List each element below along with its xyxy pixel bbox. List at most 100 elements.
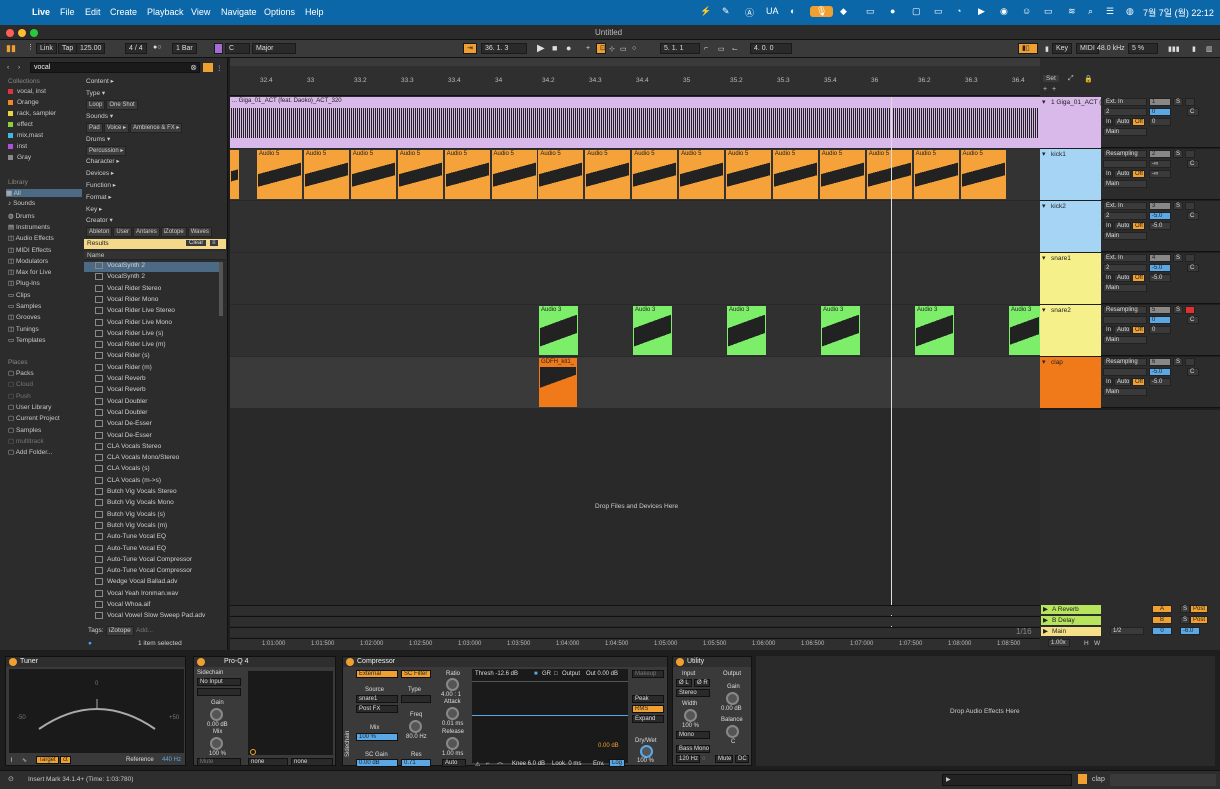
key-map-icon[interactable]: ▮ <box>1045 45 1049 53</box>
send-a[interactable]: 0 <box>1149 326 1171 334</box>
filter-toggle-icon[interactable] <box>203 63 213 72</box>
track-fold-icon[interactable]: ▾ <box>1042 150 1046 158</box>
bass-mono-freq[interactable]: 120 Hz <box>676 755 700 763</box>
tag-izotope[interactable]: iZotope <box>160 227 187 237</box>
return-b-solo[interactable]: S <box>1180 616 1191 624</box>
track-name[interactable]: snare1 <box>1051 255 1101 262</box>
tag-percussion[interactable]: Percussion ▸ <box>86 146 127 156</box>
return-b-letter[interactable]: B <box>1152 616 1172 624</box>
result-item[interactable]: Vocal Yeah Ironman.wav <box>95 589 178 597</box>
return-a-letter[interactable]: A <box>1152 605 1172 613</box>
main-volume[interactable]: 0 <box>1152 627 1172 635</box>
stereo-select[interactable]: Stereo <box>676 689 710 697</box>
main-volume-2[interactable]: -6.0 <box>1180 627 1200 635</box>
punch-out-icon[interactable]: ⌙ <box>732 45 738 53</box>
result-item[interactable]: Wedge Vocal Ballad.adv <box>95 578 177 586</box>
result-item[interactable]: Vocal Rider Live (s) <box>95 329 163 337</box>
output-select[interactable]: Main <box>1103 180 1147 188</box>
monitor-in[interactable]: In <box>1103 274 1113 282</box>
clip-audio3[interactable]: Audio 3 <box>727 306 766 355</box>
device-drop-zone[interactable]: Drop Audio Effects Here <box>756 656 1215 766</box>
track-lane-1[interactable]: ... Giga_01_ACT (feat. Daoko)_ACT_320 <box>230 97 1040 148</box>
result-item[interactable]: Vocal Rider (m) <box>95 363 152 371</box>
output-select[interactable]: Main <box>1103 284 1147 292</box>
clip-audio3[interactable]: Audio 3 <box>539 306 578 355</box>
monitor-auto[interactable]: Auto <box>1114 222 1131 230</box>
ratio-knob[interactable] <box>446 678 459 691</box>
tuner-wave-icon[interactable]: ∿ <box>22 757 27 764</box>
pan-field[interactable]: C <box>1187 316 1199 324</box>
threshold-line[interactable] <box>472 715 628 716</box>
track-lane-5[interactable]: Audio 3 Audio 3 Audio 3 Audio 3 Audio 3 Audio… <box>230 305 1040 356</box>
track-header[interactable]: ▾ kick1 <box>1040 149 1101 200</box>
tag-value[interactable]: iZotope <box>106 626 134 636</box>
comp-power-icon[interactable] <box>346 658 354 666</box>
solo-button[interactable]: S <box>1173 254 1183 262</box>
chat-icon[interactable]: ● <box>890 6 895 16</box>
punch-in-icon[interactable]: ⌐ <box>704 45 708 52</box>
pan-field[interactable]: C <box>1187 212 1199 220</box>
clip-audio3[interactable]: Audio 3 <box>915 306 954 355</box>
proq-none-1[interactable]: none <box>248 758 288 766</box>
filter-drums[interactable]: Drums ▾ <box>86 135 224 143</box>
utility-mute-button[interactable]: Mute <box>715 755 733 763</box>
monitor-auto[interactable]: Auto <box>1114 170 1131 178</box>
send-a[interactable]: 0 <box>1149 118 1171 126</box>
result-item[interactable]: Vocal Rider Live Mono <box>95 318 172 326</box>
loop-start[interactable]: 5. 1. 1 <box>660 43 700 54</box>
out-readout[interactable]: Out 0.00 dB <box>586 671 618 677</box>
menu-help[interactable]: Help <box>305 7 324 17</box>
library-item[interactable]: ◫ Modulators <box>8 257 48 265</box>
input-channel-select[interactable] <box>1103 368 1147 376</box>
phase-l-button[interactable]: Ø L <box>676 679 692 687</box>
input-type-select[interactable]: Resampling <box>1103 358 1147 366</box>
monitor-off[interactable]: Off <box>1132 274 1145 282</box>
stop-icon[interactable]: ■ <box>552 43 557 53</box>
w-button[interactable]: W <box>1094 640 1100 647</box>
send-a[interactable]: -5.0 <box>1149 274 1171 282</box>
rms-button[interactable]: RMS <box>632 705 664 713</box>
add-track-icon[interactable]: + <box>1052 86 1056 93</box>
user-icon[interactable]: ☺ <box>1022 6 1031 16</box>
library-item[interactable]: ◫ Audio Effects <box>8 234 54 242</box>
places-item[interactable]: ▢ Packs <box>8 369 34 377</box>
monitor-off[interactable]: Off <box>1132 118 1145 126</box>
collection-item[interactable]: Gray <box>8 154 31 161</box>
thresh-readout[interactable]: Thresh -12.6 dB <box>475 671 518 677</box>
set-button[interactable]: Set <box>1043 75 1059 82</box>
result-item[interactable]: Vocal Rider Stereo <box>95 284 161 292</box>
tag-ambience[interactable]: Ambience & FX ▸ <box>130 123 183 133</box>
beat-ruler[interactable]: 32.4 33 33.2 33.3 33.4 34 34.2 34.3 34.4 35 35.2 35… <box>230 66 1040 96</box>
headphones-icon[interactable]: ◌ <box>702 756 706 762</box>
control-center-icon[interactable]: ☰ <box>1106 6 1114 17</box>
library-item[interactable]: ▭ Templates <box>8 336 45 344</box>
loop-switch-icon[interactable]: ▭ <box>718 45 725 53</box>
key-dropdown[interactable]: C <box>225 43 250 54</box>
proq-gain-knob[interactable] <box>210 708 223 721</box>
track-number[interactable]: 4 <box>1149 254 1171 262</box>
input-type-select[interactable]: Ext. In <box>1103 202 1147 210</box>
result-item[interactable]: Butch Vig Vocals Mono <box>95 499 174 507</box>
solo-button[interactable]: S <box>1173 306 1183 314</box>
target-button[interactable]: Target <box>36 756 59 764</box>
ct-button[interactable]: ct <box>60 756 71 764</box>
forward-icon[interactable]: › <box>18 64 20 71</box>
track-lane-2[interactable]: Audio 5 Audio 5 Audio 5 Audio 5 Audio 5 Audio… <box>230 149 1040 200</box>
clip-audio5[interactable]: Audio 5 <box>726 150 771 199</box>
toggle-icon[interactable]: ◐ <box>790 6 795 16</box>
result-item[interactable]: VocalSynth 2 <box>95 262 145 269</box>
menu-edit[interactable]: Edit <box>85 7 101 17</box>
bolt-icon[interactable]: ⚡ <box>700 6 711 17</box>
browser-toggle-icon[interactable]: ▮▮ <box>6 43 16 54</box>
add-icon[interactable]: + <box>1043 86 1047 93</box>
arm-button[interactable] <box>1185 150 1195 158</box>
track-fold-icon[interactable]: ▾ <box>1042 254 1046 262</box>
menu-playback[interactable]: Playback <box>147 7 184 17</box>
pen-icon[interactable]: ✎ <box>722 6 730 17</box>
automation-arm-icon[interactable]: ⊡ <box>596 43 606 54</box>
metronome-toggle[interactable]: ●○ <box>150 43 164 54</box>
diamond-icon[interactable]: ◆ <box>840 6 847 17</box>
monitor-auto[interactable]: Auto <box>1114 326 1131 334</box>
collection-item[interactable]: Orange <box>8 99 39 106</box>
collection-item[interactable]: effect <box>8 121 33 128</box>
